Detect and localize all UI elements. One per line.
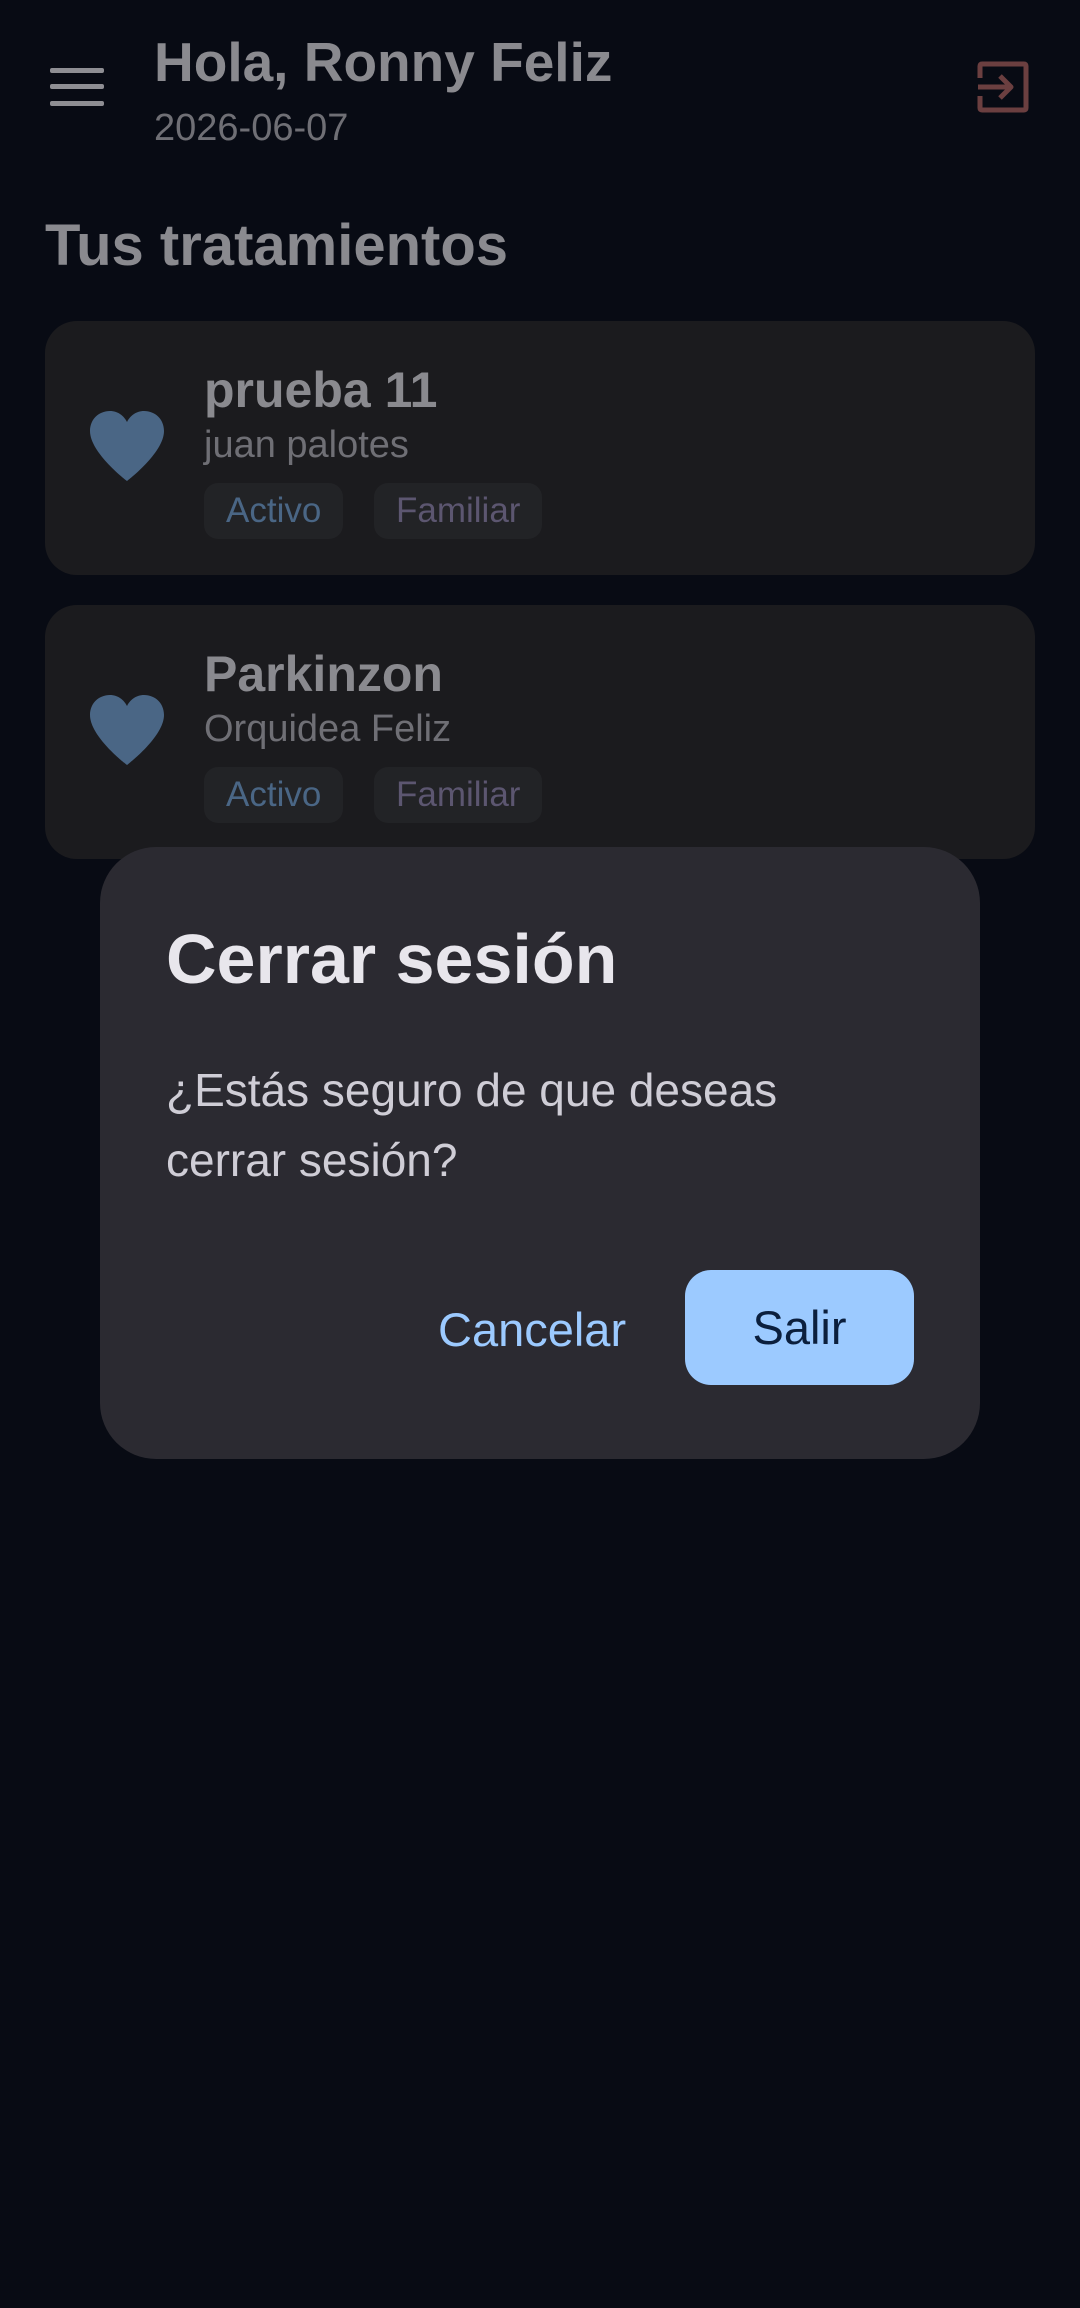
heart-icon (88, 693, 166, 767)
heart-icon (88, 409, 166, 483)
logout-icon[interactable] (976, 60, 1030, 114)
type-badge: Familiar (374, 767, 543, 823)
treatment-card[interactable]: Parkinzon Orquidea Feliz Activo Familiar (45, 605, 1035, 859)
treatment-card[interactable]: prueba 11 juan palotes Activo Familiar (45, 321, 1035, 575)
cancel-button[interactable]: Cancelar (418, 1273, 646, 1387)
menu-icon[interactable] (50, 68, 104, 106)
app-screen: Hola, Ronny Feliz 2026-06-07 Tus tratami… (0, 0, 1080, 2308)
current-date: 2026-06-07 (154, 107, 349, 149)
dialog-title: Cerrar sesión (166, 920, 618, 998)
status-badge: Activo (204, 767, 344, 823)
treatment-subtitle: juan palotes (204, 424, 409, 466)
greeting-title: Hola, Ronny Feliz (154, 31, 613, 93)
dialog-message: ¿Estás seguro de que deseas cerrar sesió… (166, 1064, 778, 1186)
confirm-logout-button[interactable]: Salir (685, 1270, 914, 1385)
status-badge: Activo (204, 483, 344, 539)
section-title: Tus tratamientos (45, 213, 509, 278)
treatment-subtitle: Orquidea Feliz (204, 708, 452, 750)
logout-dialog: Cerrar sesión ¿Estás seguro de que desea… (100, 847, 980, 1459)
treatment-title: prueba 11 (204, 362, 438, 418)
type-badge: Familiar (374, 483, 543, 539)
treatment-title: Parkinzon (204, 646, 443, 702)
